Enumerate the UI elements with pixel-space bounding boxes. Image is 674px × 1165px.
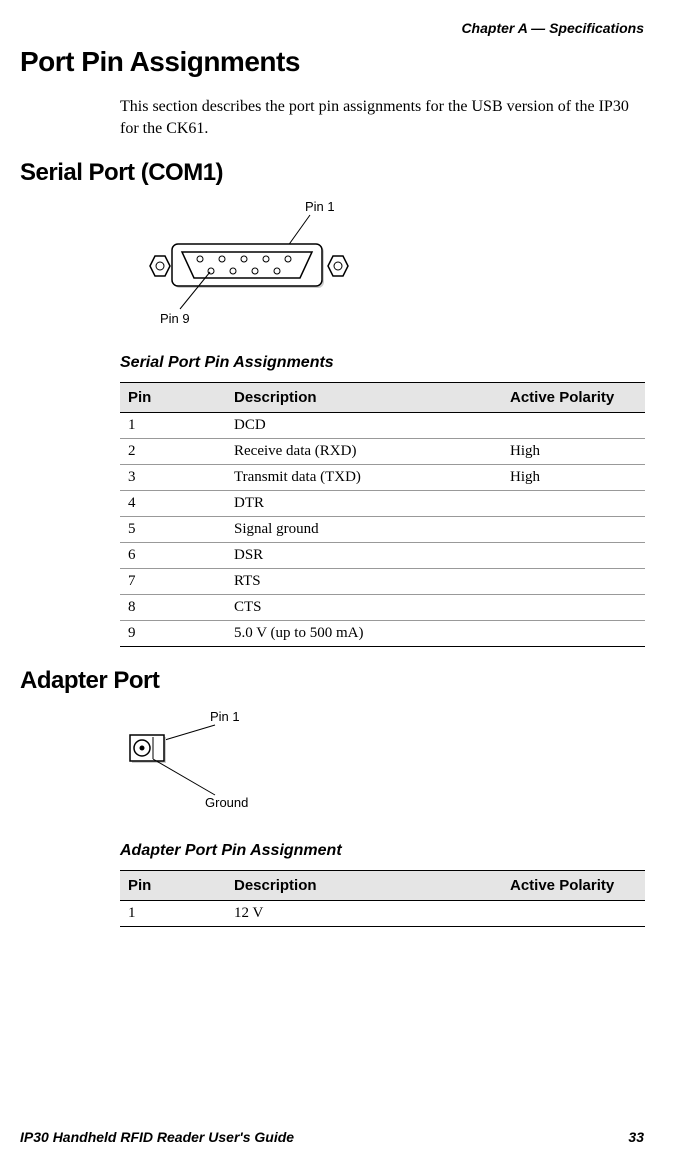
- cell-pol: [502, 569, 645, 595]
- table-row: 4DTR: [120, 491, 645, 517]
- col-polarity: Active Polarity: [502, 871, 645, 901]
- diagram-label-pin1: Pin 1: [210, 709, 240, 724]
- adapter-table-title: Adapter Port Pin Assignment: [120, 842, 644, 860]
- table-header-row: Pin Description Active Polarity: [120, 383, 645, 413]
- serial-table-title: Serial Port Pin Assignments: [120, 354, 644, 372]
- table-row: 6DSR: [120, 543, 645, 569]
- chapter-header: Chapter A — Specifications: [20, 20, 644, 36]
- table-row: 1DCD: [120, 413, 645, 439]
- page-footer: IP30 Handheld RFID Reader User's Guide 3…: [20, 1129, 644, 1145]
- cell-pol: [502, 543, 645, 569]
- cell-desc: RTS: [226, 569, 502, 595]
- table-row: 95.0 V (up to 500 mA): [120, 621, 645, 647]
- cell-pol: High: [502, 439, 645, 465]
- cell-desc: CTS: [226, 595, 502, 621]
- cell-desc: Signal ground: [226, 517, 502, 543]
- cell-desc: DCD: [226, 413, 502, 439]
- cell-desc: Transmit data (TXD): [226, 465, 502, 491]
- cell-pin: 6: [120, 543, 226, 569]
- diagram-label-ground: Ground: [205, 795, 248, 810]
- col-pin: Pin: [120, 383, 226, 413]
- heading-port-pin-assignments: Port Pin Assignments: [20, 46, 644, 78]
- heading-adapter-port: Adapter Port: [20, 667, 644, 695]
- col-polarity: Active Polarity: [502, 383, 645, 413]
- heading-serial-port: Serial Port (COM1): [20, 159, 644, 187]
- cell-pin: 7: [120, 569, 226, 595]
- cell-pol: [502, 901, 645, 927]
- cell-pin: 1: [120, 413, 226, 439]
- cell-desc: Receive data (RXD): [226, 439, 502, 465]
- diagram-label-pin9: Pin 9: [160, 311, 190, 326]
- cell-pol: High: [502, 465, 645, 491]
- cell-pol: [502, 517, 645, 543]
- adapter-pin-table: Pin Description Active Polarity 112 V: [120, 870, 645, 927]
- cell-desc: DTR: [226, 491, 502, 517]
- cell-pol: [502, 413, 645, 439]
- col-pin: Pin: [120, 871, 226, 901]
- cell-pin: 3: [120, 465, 226, 491]
- page-number: 33: [628, 1129, 644, 1145]
- serial-port-diagram: Pin 1: [120, 199, 644, 334]
- cell-pin: 1: [120, 901, 226, 927]
- table-row: 7RTS: [120, 569, 645, 595]
- cell-pol: [502, 491, 645, 517]
- table-row: 2Receive data (RXD)High: [120, 439, 645, 465]
- table-row: 112 V: [120, 901, 645, 927]
- cell-desc: 12 V: [226, 901, 502, 927]
- table-row: 3Transmit data (TXD)High: [120, 465, 645, 491]
- footer-title: IP30 Handheld RFID Reader User's Guide: [20, 1129, 294, 1145]
- col-description: Description: [226, 871, 502, 901]
- serial-pin-table: Pin Description Active Polarity 1DCD 2Re…: [120, 382, 645, 647]
- cell-pin: 9: [120, 621, 226, 647]
- cell-desc: 5.0 V (up to 500 mA): [226, 621, 502, 647]
- table-row: 8CTS: [120, 595, 645, 621]
- cell-pin: 5: [120, 517, 226, 543]
- adapter-port-diagram: Pin 1 Ground: [120, 707, 644, 822]
- table-header-row: Pin Description Active Polarity: [120, 871, 645, 901]
- col-description: Description: [226, 383, 502, 413]
- diagram-label-pin1: Pin 1: [305, 199, 335, 214]
- cell-pol: [502, 621, 645, 647]
- cell-pol: [502, 595, 645, 621]
- cell-pin: 8: [120, 595, 226, 621]
- cell-pin: 4: [120, 491, 226, 517]
- table-row: 5Signal ground: [120, 517, 645, 543]
- cell-desc: DSR: [226, 543, 502, 569]
- page: Chapter A — Specifications Port Pin Assi…: [0, 0, 674, 1165]
- intro-paragraph: This section describes the port pin assi…: [120, 96, 644, 139]
- cell-pin: 2: [120, 439, 226, 465]
